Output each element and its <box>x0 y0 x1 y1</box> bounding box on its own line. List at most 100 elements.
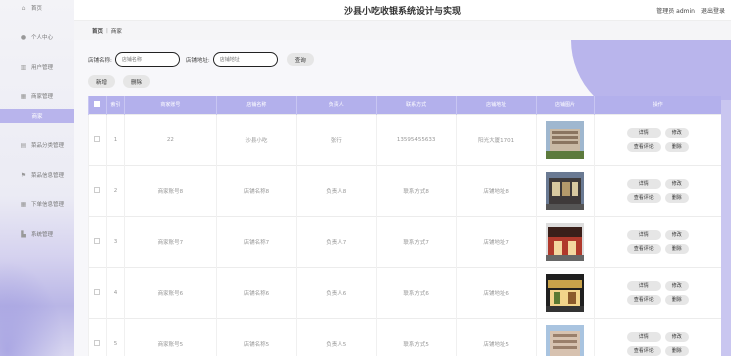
add-button[interactable]: 新增 <box>88 75 116 88</box>
sidebar-item-label: 个人中心 <box>31 35 54 41</box>
cell-owner: 负责人7 <box>295 215 377 267</box>
shop-image[interactable] <box>546 324 585 356</box>
search-bar: 店铺名称: 店铺地址: 查询 <box>88 52 314 67</box>
cell-address: 店铺地址8 <box>455 164 537 216</box>
cell-phone: 联系方式7 <box>375 215 457 267</box>
shop-address-input[interactable] <box>212 52 278 67</box>
cell-index: 5 <box>105 317 125 356</box>
toolbar: 新增 删除 <box>88 75 151 88</box>
shop-name-label: 店铺名称: <box>88 57 112 64</box>
cell-account: 商家账号7 <box>123 215 217 267</box>
cell-shop-name: 店铺名称5 <box>215 317 297 356</box>
cell-shop-name: 店铺名称8 <box>215 164 297 216</box>
sidebar-item-merchant[interactable]: 商家 <box>0 109 74 123</box>
row-checkbox[interactable] <box>88 113 107 165</box>
detail-button[interactable]: 详情 <box>626 127 661 138</box>
cell-operations: 详情 修改 查看评论 删除 <box>593 164 721 216</box>
row-checkbox[interactable] <box>88 266 107 318</box>
main-content: 店铺名称: 店铺地址: 查询 新增 删除 索引 商家账号 店铺名称 负责人 联系… <box>74 40 731 356</box>
cell-owner: 负责人8 <box>295 164 377 216</box>
cell-operations: 详情 修改 查看评论 删除 <box>593 113 721 165</box>
sidebar-item-orders[interactable]: ▦ 下单信息管理 <box>0 197 74 211</box>
view-reviews-button[interactable]: 查看评论 <box>626 192 661 203</box>
breadcrumb-home[interactable]: 首页 <box>92 27 103 35</box>
cell-account: 商家账号6 <box>123 266 217 318</box>
flag-icon: ⚑ <box>20 171 27 179</box>
top-header: 沙县小吃收银系统设计与实现 管理员 admin 退出登录 <box>74 0 731 20</box>
sidebar-item-dishes[interactable]: ⚑ 菜品信息管理 <box>0 168 74 182</box>
column-header: 店铺名称 <box>215 96 297 114</box>
sidebar-item-profile[interactable]: ● 个人中心 <box>0 30 74 44</box>
select-all-checkbox[interactable] <box>88 96 107 114</box>
cell-address: 阳光大厦1701 <box>455 113 537 165</box>
cell-image <box>535 215 595 267</box>
sidebar-item-home[interactable]: ⌂ 首页 <box>0 1 74 15</box>
edit-button[interactable]: 修改 <box>664 331 689 342</box>
edit-button[interactable]: 修改 <box>664 229 689 240</box>
column-header: 负责人 <box>295 96 377 114</box>
sidebar-item-label: 下单信息管理 <box>31 202 65 208</box>
table-row: 5 商家账号5 店铺名称5 负责人5 联系方式5 店铺地址5 详情 修改 查看评… <box>88 317 721 356</box>
detail-button[interactable]: 详情 <box>626 331 661 342</box>
column-header: 索引 <box>105 96 125 114</box>
query-button[interactable]: 查询 <box>286 53 314 66</box>
row-checkbox[interactable] <box>88 215 107 267</box>
sidebar-item-label: 菜品信息管理 <box>31 173 65 179</box>
row-checkbox[interactable] <box>88 317 107 356</box>
shop-image[interactable] <box>546 171 585 210</box>
view-reviews-button[interactable]: 查看评论 <box>626 345 661 356</box>
cell-phone: 联系方式5 <box>375 317 457 356</box>
cell-phone: 13595455633 <box>375 113 457 165</box>
detail-button[interactable]: 详情 <box>626 178 661 189</box>
shop-image[interactable] <box>546 222 585 261</box>
sidebar-item-system[interactable]: ▙ 系统管理 <box>0 227 74 241</box>
column-header: 商家账号 <box>123 96 217 114</box>
home-icon: ⌂ <box>21 4 26 12</box>
detail-button[interactable]: 详情 <box>626 280 661 291</box>
shop-image[interactable] <box>546 273 585 312</box>
delete-button[interactable]: 删除 <box>123 75 151 88</box>
edit-button[interactable]: 修改 <box>664 178 689 189</box>
page-title: 沙县小吃收银系统设计与实现 <box>343 7 461 17</box>
sidebar-item-dish-categories[interactable]: ▤ 菜品分类管理 <box>0 138 74 152</box>
cell-shop-name: 店铺名称7 <box>215 215 297 267</box>
row-delete-button[interactable]: 删除 <box>664 192 689 203</box>
edit-button[interactable]: 修改 <box>664 127 689 138</box>
row-delete-button[interactable]: 删除 <box>664 294 689 305</box>
building-icon: ▥ <box>20 63 27 71</box>
shop-name-input[interactable] <box>114 52 180 67</box>
cell-owner: 负责人5 <box>295 317 377 356</box>
column-header: 操作 <box>593 96 721 114</box>
cell-image <box>535 317 595 356</box>
breadcrumb-separator: | <box>106 27 108 34</box>
table-row: 4 商家账号6 店铺名称6 负责人6 联系方式6 店铺地址6 详情 修改 查看评… <box>88 266 721 318</box>
row-delete-button[interactable]: 删除 <box>664 345 689 356</box>
row-checkbox[interactable] <box>88 164 107 216</box>
sidebar-item-label: 商家 <box>31 114 43 120</box>
merchant-table: 索引 商家账号 店铺名称 负责人 联系方式 店铺地址 店铺图片 操作 1 22 … <box>88 96 721 356</box>
view-reviews-button[interactable]: 查看评论 <box>626 294 661 305</box>
cell-index: 4 <box>105 266 125 318</box>
sidebar-item-users[interactable]: ▥ 用户管理 <box>0 60 74 74</box>
cell-phone: 联系方式6 <box>375 266 457 318</box>
edit-button[interactable]: 修改 <box>664 280 689 291</box>
cell-operations: 详情 修改 查看评论 删除 <box>593 266 721 318</box>
current-user: 管理员 admin <box>656 8 695 15</box>
cell-address: 店铺地址6 <box>455 266 537 318</box>
detail-button[interactable]: 详情 <box>626 229 661 240</box>
logout-link[interactable]: 退出登录 <box>701 6 725 15</box>
view-reviews-button[interactable]: 查看评论 <box>626 243 661 254</box>
cell-owner: 负责人6 <box>295 266 377 318</box>
sidebar-item-merchants[interactable]: ▦ 商家管理 <box>0 89 74 103</box>
sidebar-item-label: 系统管理 <box>31 232 54 238</box>
cell-image <box>535 164 595 216</box>
cell-address: 店铺地址7 <box>455 215 537 267</box>
row-delete-button[interactable]: 删除 <box>664 141 689 152</box>
shop-image[interactable] <box>546 120 585 159</box>
cell-account: 商家账号8 <box>123 164 217 216</box>
chart-icon: ▙ <box>21 230 26 238</box>
view-reviews-button[interactable]: 查看评论 <box>626 141 661 152</box>
row-delete-button[interactable]: 删除 <box>664 243 689 254</box>
breadcrumb-current: 商家 <box>110 28 122 35</box>
breadcrumb: 首页 | 商家 <box>74 20 731 40</box>
